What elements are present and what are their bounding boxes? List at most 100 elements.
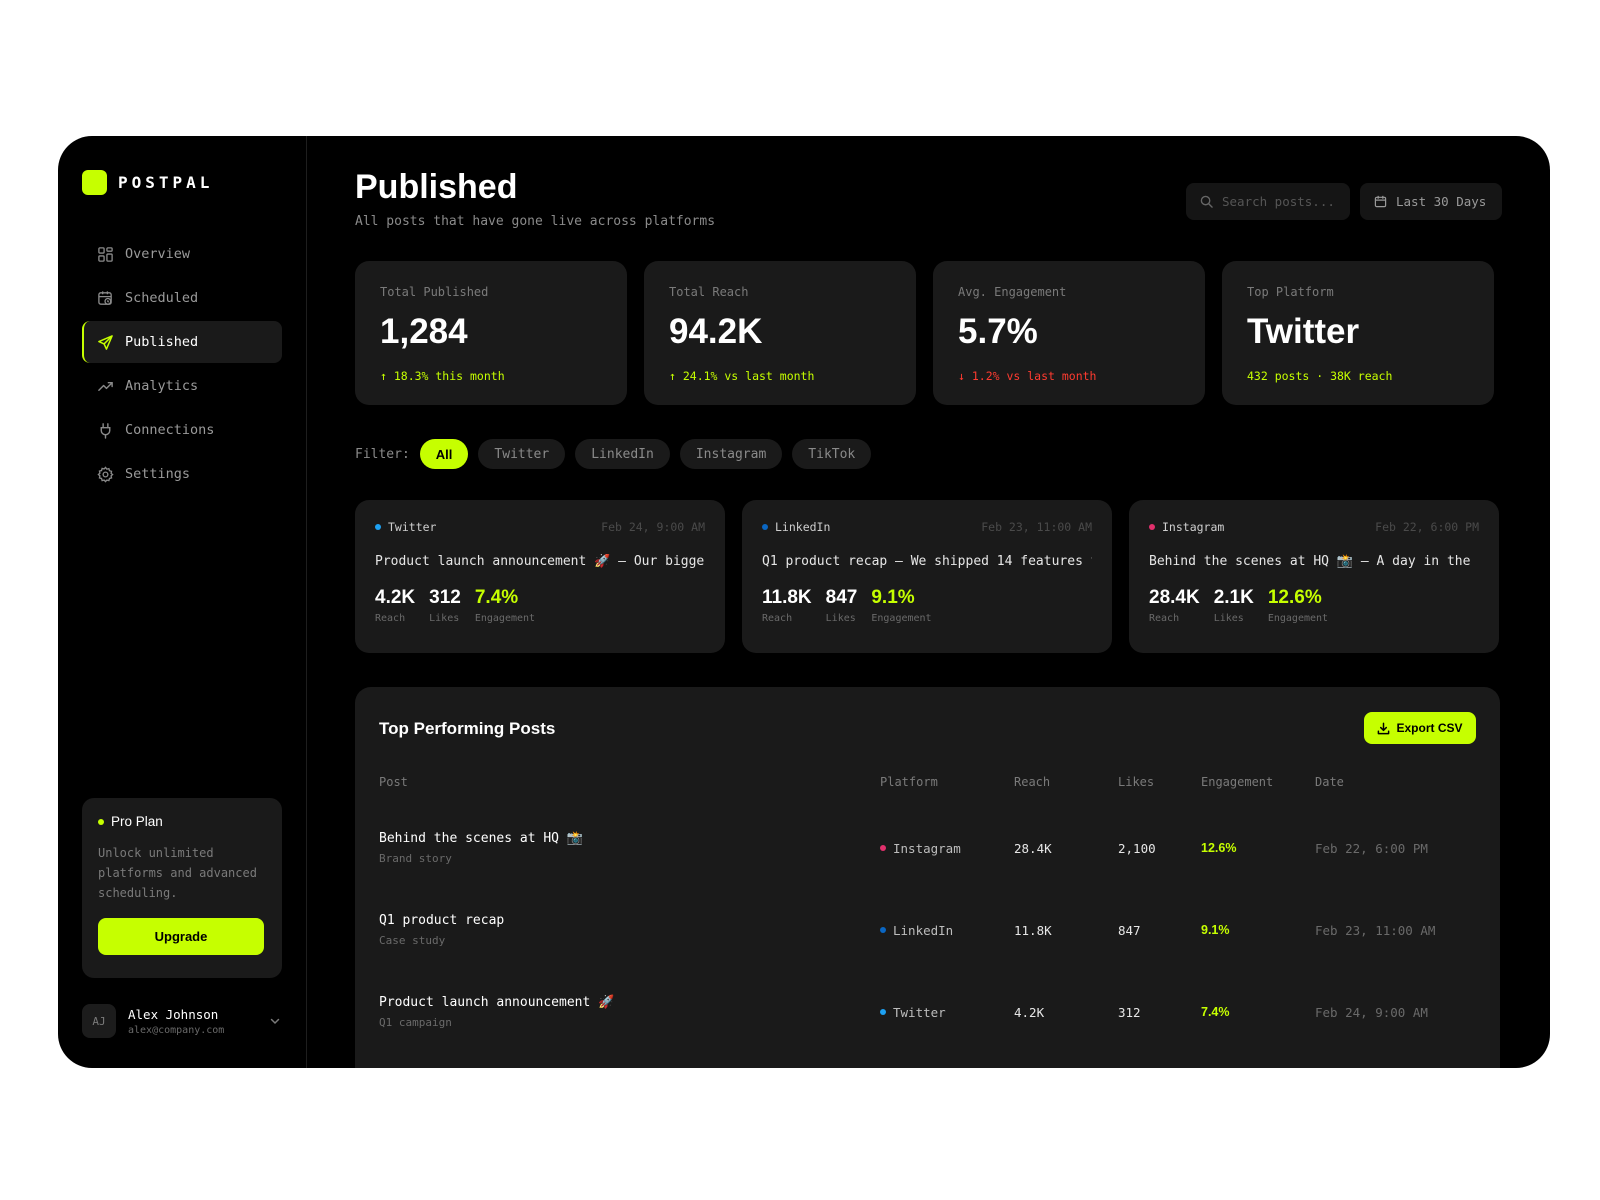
metric-value: 9.1%: [871, 587, 915, 608]
metric-engagement: 12.6% Engagement: [1268, 587, 1328, 624]
metric-value: 312: [429, 587, 461, 608]
platform-name: Twitter: [388, 520, 437, 534]
likes-cell: 847: [1118, 922, 1141, 938]
stat-label: Total Published: [380, 285, 489, 299]
export-csv-button[interactable]: Export CSV: [1364, 712, 1476, 744]
metric-value: 847: [825, 587, 858, 608]
upgrade-button[interactable]: Upgrade: [98, 918, 264, 955]
date-cell: Feb 23, 11:00 AM: [1315, 922, 1436, 938]
stats-row: Total Published 1,284 ↑ 18.3% this month…: [355, 261, 1502, 405]
sidebar-item-overview[interactable]: Overview: [82, 233, 282, 275]
stat-value: 1,284: [380, 312, 468, 351]
send-icon: [96, 333, 114, 351]
filter-chip-linkedin[interactable]: LinkedIn: [575, 439, 670, 469]
likes-cell: 2,100: [1118, 840, 1156, 856]
post-card[interactable]: Twitter Feb 24, 9:00 AM Product launch a…: [355, 500, 725, 653]
page-title: Published: [355, 168, 518, 206]
stat-value: 5.7%: [958, 312, 1038, 351]
table-title: Top Performing Posts: [379, 719, 556, 738]
sidebar-item-settings[interactable]: Settings: [82, 453, 282, 495]
main-content: Published All posts that have gone live …: [307, 136, 1550, 1068]
sidebar-item-connections[interactable]: Connections: [82, 409, 282, 451]
table-row[interactable]: Q1 product recap Case study LinkedIn 11.…: [379, 905, 1476, 955]
filter-chip-twitter[interactable]: Twitter: [478, 439, 566, 469]
metric-label: Reach: [1149, 613, 1180, 624]
post-platform: LinkedIn: [762, 520, 830, 534]
metric-value: 11.8K: [762, 587, 812, 608]
metric-value: 28.4K: [1149, 587, 1200, 608]
post-title: Behind the scenes at HQ 📸: [379, 831, 584, 846]
date-cell: Feb 24, 9:00 AM: [1315, 1004, 1428, 1020]
stat-label: Total Reach: [669, 285, 749, 299]
platform-dot: [762, 524, 768, 530]
post-subtitle: Brand story: [379, 852, 452, 865]
pro-plan-title: Pro Plan: [98, 814, 266, 829]
chevron-down-icon[interactable]: [268, 1014, 282, 1028]
post-cell: Q1 product recap Case study: [379, 913, 880, 947]
stat-delta: ↑ 18.3% this month: [380, 369, 505, 383]
logo[interactable]: POSTPAL: [82, 170, 282, 195]
platform-name: Instagram: [893, 840, 961, 856]
filter-chip-all[interactable]: All: [419, 439, 469, 469]
user-info: Alex Johnson alex@company.com: [128, 1007, 268, 1036]
platform-dot: [880, 927, 886, 933]
user-menu[interactable]: AJ Alex Johnson alex@company.com: [82, 1004, 282, 1038]
pro-plan-card: Pro Plan Unlock unlimited platforms and …: [82, 798, 282, 978]
metric-label: Likes: [825, 613, 856, 624]
logo-mark: [82, 170, 107, 195]
stat-delta: 432 posts · 38K reach: [1247, 369, 1393, 383]
trend-icon: [96, 377, 114, 395]
filter-chip-tiktok[interactable]: TikTok: [792, 439, 872, 469]
table-header: Post Platform Reach Likes Engagement Dat…: [379, 775, 1476, 789]
platform-name: Twitter: [893, 1004, 946, 1020]
filter-chip-instagram[interactable]: Instagram: [679, 439, 783, 469]
post-cell: Behind the scenes at HQ 📸 Brand story: [379, 831, 880, 865]
date-range-button[interactable]: Last 30 Days: [1360, 183, 1502, 220]
post-title: Q1 product recap: [379, 913, 505, 928]
reach-cell: 11.8K: [1014, 922, 1052, 938]
sidebar-item-analytics[interactable]: Analytics: [82, 365, 282, 407]
column-header[interactable]: Date: [1315, 775, 1476, 789]
post-card[interactable]: LinkedIn Feb 23, 11:00 AM Q1 product rec…: [742, 500, 1112, 653]
metric-reach: 11.8K Reach: [762, 587, 812, 624]
metric-label: Reach: [375, 613, 406, 624]
metric-label: Engagement: [1267, 613, 1329, 624]
table-row[interactable]: Product launch announcement 🚀 Q1 campaig…: [379, 987, 1476, 1037]
column-header[interactable]: Likes: [1118, 775, 1201, 789]
sidebar-item-label: Analytics: [125, 378, 199, 394]
sidebar: POSTPAL Overview Scheduled Published Ana…: [58, 136, 307, 1068]
filter-bar: Filter: All Twitter LinkedIn Instagram T…: [355, 439, 1502, 469]
column-header[interactable]: Reach: [1014, 775, 1118, 789]
engagement-cell: 7.4%: [1201, 1005, 1230, 1019]
post-platform: Instagram: [1149, 520, 1224, 534]
stat-delta: ↓ 1.2% vs last month: [958, 369, 1097, 383]
metric-label: Likes: [429, 613, 460, 624]
calendar-clock-icon: [96, 289, 114, 307]
filter-label: Filter:: [355, 446, 410, 462]
grid-icon: [96, 245, 114, 263]
reach-cell: 28.4K: [1014, 840, 1052, 856]
platform-dot: [880, 845, 886, 851]
column-header[interactable]: Engagement: [1201, 775, 1315, 789]
date-range-label: Last 30 Days: [1396, 194, 1487, 209]
search-input[interactable]: Search posts...: [1186, 183, 1350, 220]
column-header[interactable]: Platform: [880, 775, 1014, 789]
platform-name: LinkedIn: [775, 520, 831, 534]
user-email: alex@company.com: [128, 1024, 225, 1036]
column-header[interactable]: Post: [379, 775, 880, 789]
recent-posts: Twitter Feb 24, 9:00 AM Product launch a…: [355, 500, 1502, 653]
sidebar-item-published[interactable]: Published: [82, 321, 282, 363]
app-window: POSTPAL Overview Scheduled Published Ana…: [58, 136, 1550, 1068]
sidebar-item-scheduled[interactable]: Scheduled: [82, 277, 282, 319]
stat-card-total-published: Total Published 1,284 ↑ 18.3% this month: [355, 261, 627, 405]
stat-delta: ↑ 24.1% vs last month: [669, 369, 815, 383]
metric-reach: 4.2K Reach: [375, 587, 415, 624]
gear-icon: [96, 465, 114, 483]
avatar: AJ: [82, 1004, 116, 1038]
sidebar-item-label: Connections: [125, 422, 215, 438]
reach-cell: 4.2K: [1014, 1004, 1045, 1020]
table-row[interactable]: Behind the scenes at HQ 📸 Brand story In…: [379, 823, 1476, 873]
search-icon: [1200, 195, 1213, 208]
post-card[interactable]: Instagram Feb 22, 6:00 PM Behind the sce…: [1129, 500, 1499, 653]
metric-label: Engagement: [474, 613, 536, 624]
